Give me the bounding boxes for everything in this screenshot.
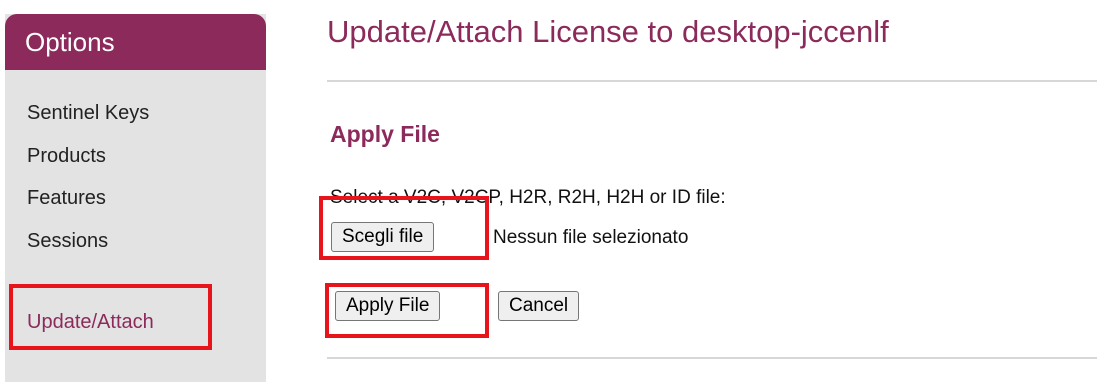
sidebar-item-features[interactable]: Features	[27, 186, 106, 210]
sidebar-item-sessions[interactable]: Sessions	[27, 229, 108, 253]
bottom-divider	[327, 357, 1097, 359]
sidebar-item-update-attach[interactable]: Update/Attach	[27, 310, 154, 334]
sidebar-item-sentinel-keys[interactable]: Sentinel Keys	[27, 101, 149, 125]
sidebar-header: Options	[5, 14, 266, 70]
sidebar-item-products[interactable]: Products	[27, 144, 106, 168]
file-status-text: Nessun file selezionato	[493, 227, 689, 248]
cancel-button[interactable]: Cancel	[498, 291, 580, 321]
options-sidebar: Options Sentinel Keys Products Features …	[5, 14, 266, 382]
section-heading: Apply File	[330, 121, 440, 147]
apply-file-button[interactable]: Apply File	[335, 291, 441, 321]
page: Options Sentinel Keys Products Features …	[0, 0, 1097, 382]
choose-file-button[interactable]: Scegli file	[331, 222, 435, 252]
page-title: Update/Attach License to desktop-jccenlf	[327, 14, 889, 49]
top-divider	[327, 80, 1097, 82]
file-instruction: Select a V2C, V2CP, H2R, R2H, H2H or ID …	[330, 187, 726, 208]
